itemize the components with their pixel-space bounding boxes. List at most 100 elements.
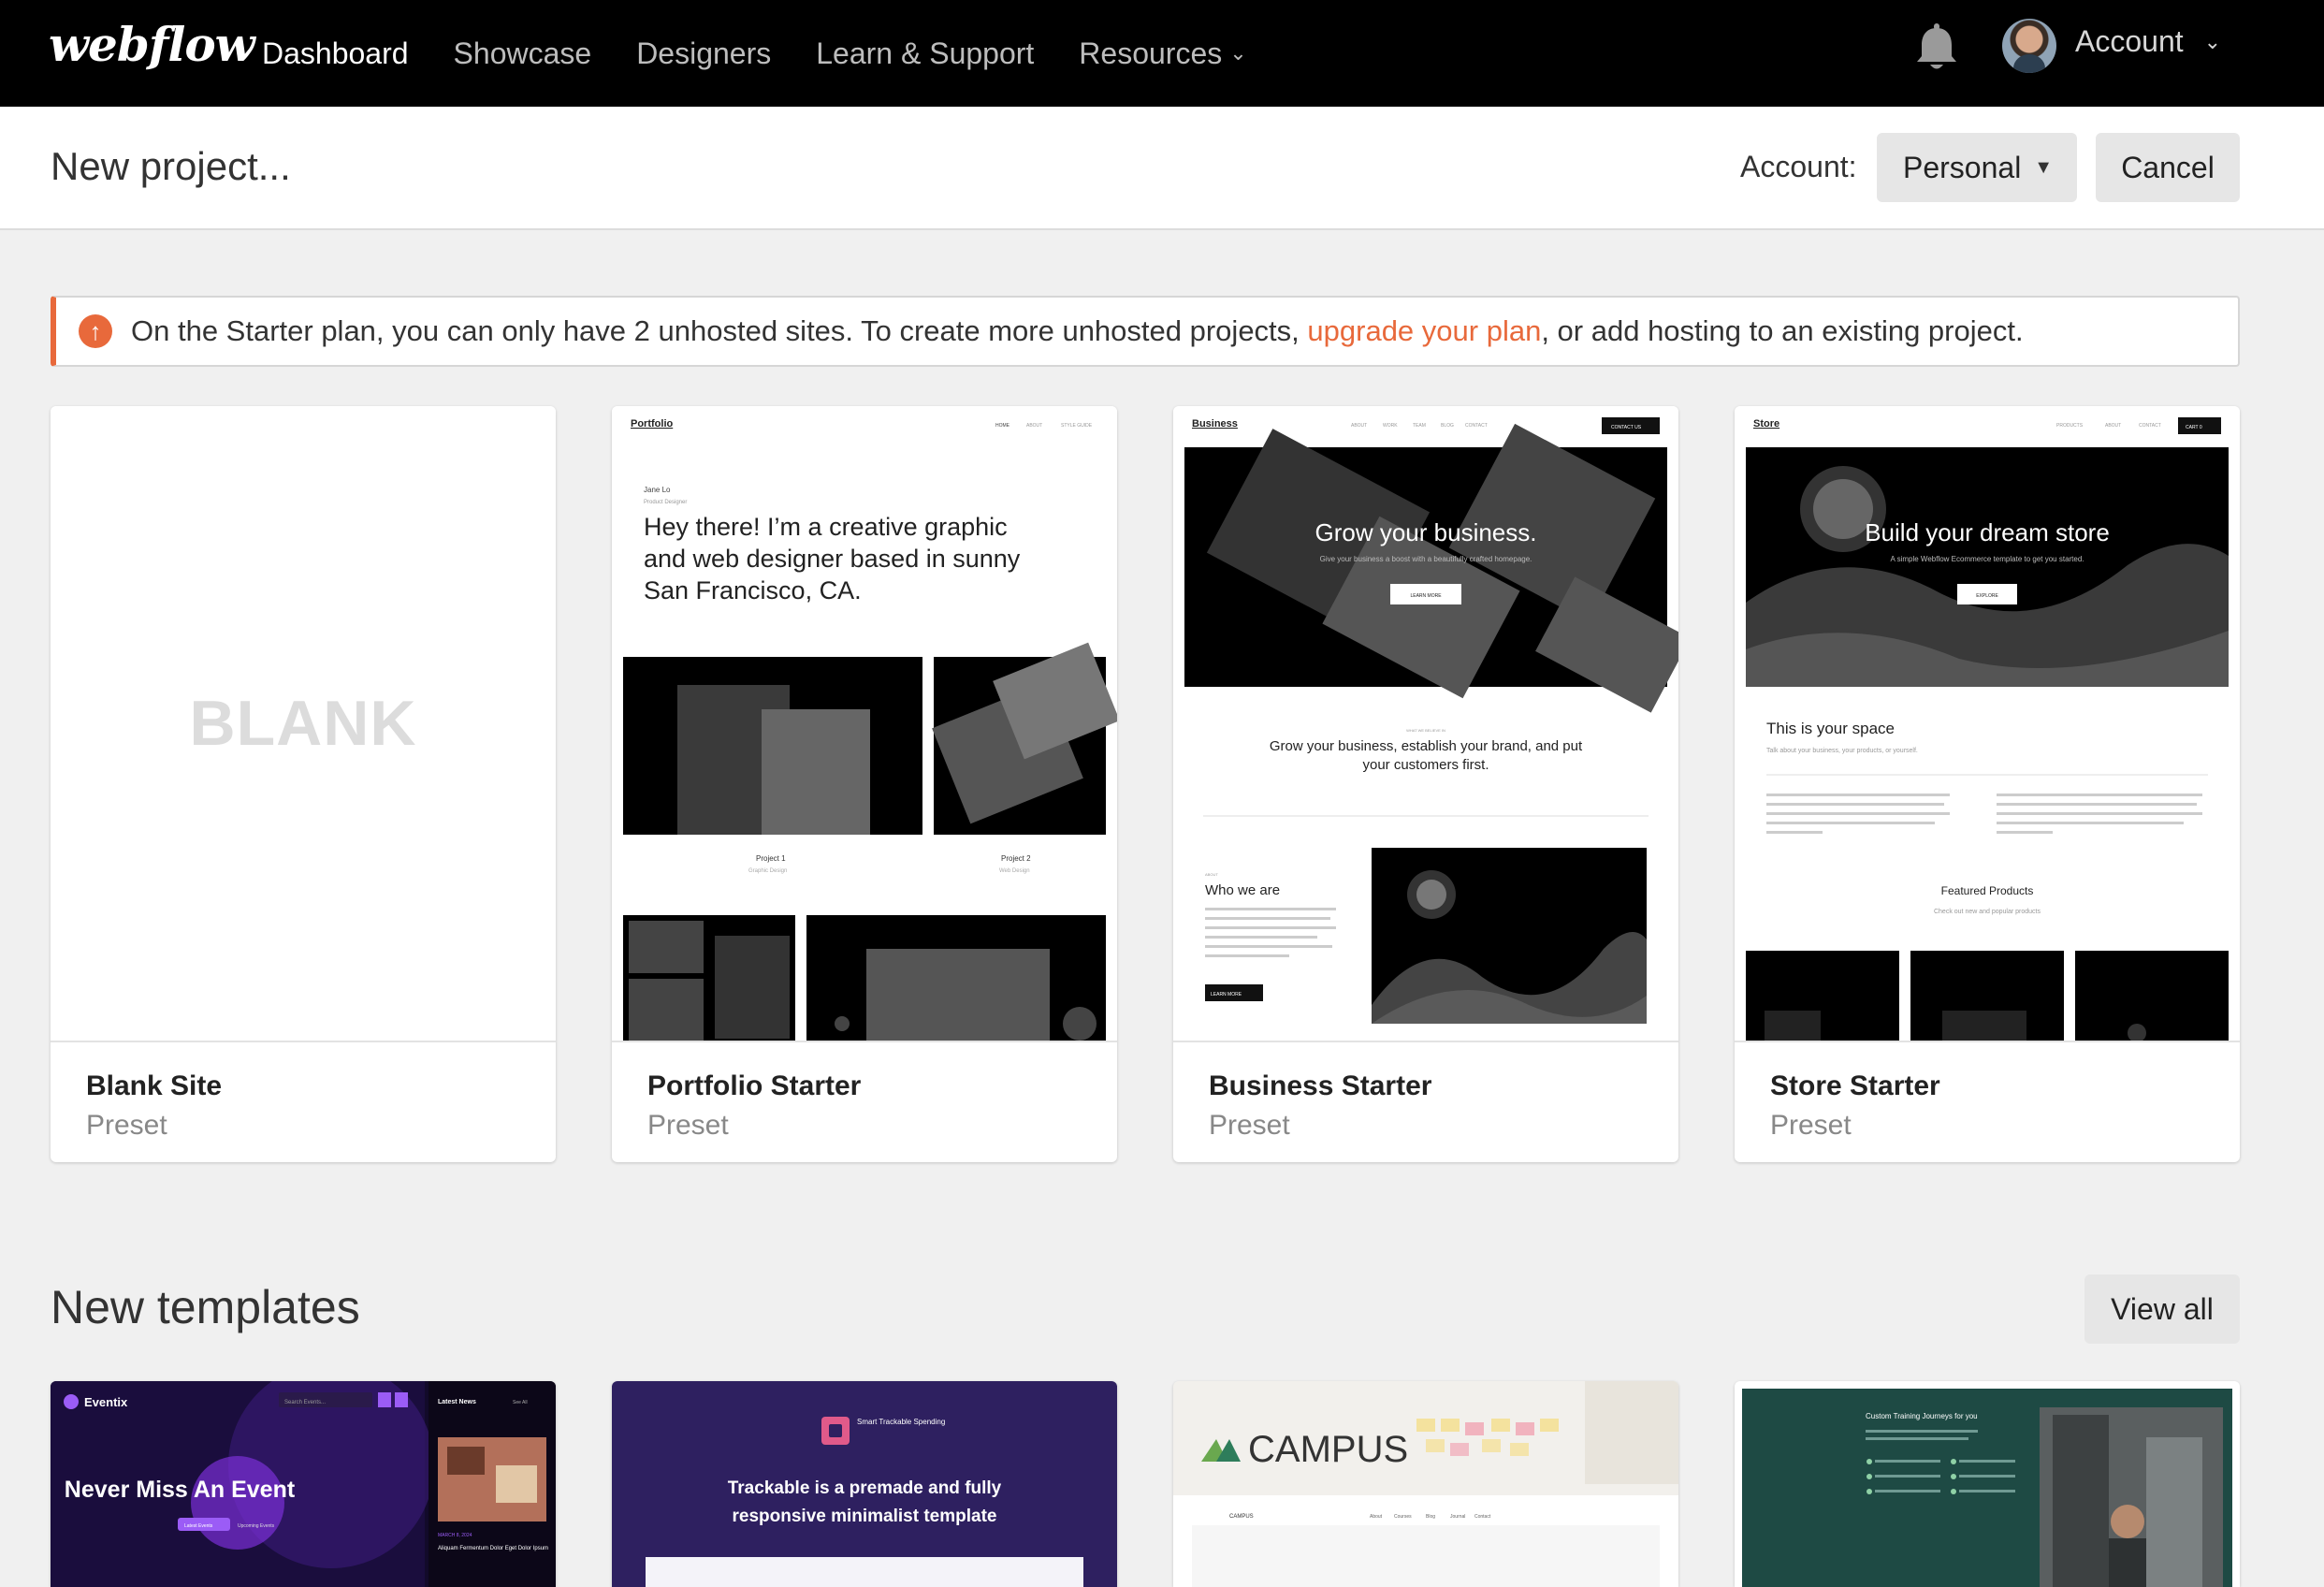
nav-links: Dashboard Showcase Designers Learn & Sup… xyxy=(262,0,1292,107)
preset-thumbnail: Store PRODUCTS ABOUT CONTACT CART 0 Buil… xyxy=(1735,406,2240,1041)
account-menu[interactable]: Account ⌄ xyxy=(2075,24,2221,59)
preview-about-eyebrow: ABOUT xyxy=(1205,872,1218,877)
template-card-eventix[interactable]: Eventix Search Events... Never Miss An E… xyxy=(51,1381,556,1587)
preset-thumbnail: Portfolio HOME ABOUT STYLE GUIDE Jane Lo… xyxy=(612,406,1117,1041)
alert-text: On the Starter plan, you can only have 2… xyxy=(131,314,2024,348)
account-select[interactable]: Personal ▼ xyxy=(1877,133,2077,202)
eventix-preview: Eventix Search Events... Never Miss An E… xyxy=(51,1381,556,1587)
portfolio-preview: Portfolio HOME ABOUT STYLE GUIDE Jane Lo… xyxy=(623,418,1117,1041)
preset-type: Preset xyxy=(647,1110,729,1141)
upgrade-plan-link[interactable]: upgrade your plan xyxy=(1307,314,1541,347)
eventix-button: Latest Events xyxy=(184,1523,213,1529)
eventix-search: Search Events... xyxy=(284,1400,326,1405)
cancel-button[interactable]: Cancel xyxy=(2096,133,2240,202)
preset-name: Blank Site xyxy=(86,1070,223,1101)
template-card-trackable[interactable]: Smart Trackable Spending Trackable is a … xyxy=(612,1381,1117,1587)
preview-nav-item: ABOUT xyxy=(1351,423,1367,429)
bell-icon[interactable] xyxy=(1912,22,1961,75)
preview-brand: Business xyxy=(1192,418,1238,430)
top-nav: webflow Dashboard Showcase Designers Lea… xyxy=(0,0,2324,107)
preview-person: Jane Lo xyxy=(644,486,671,494)
preview-hero-button: LEARN MORE xyxy=(1410,593,1442,599)
preview-cta: CONTACT US xyxy=(1611,425,1642,430)
nav-resources[interactable]: Resources ⌄ xyxy=(1079,36,1246,71)
preset-card-blank[interactable]: BLANK Blank Site Preset xyxy=(51,406,556,1162)
avatar[interactable] xyxy=(2002,19,2056,73)
preview-statement: your customers first. xyxy=(1362,757,1489,773)
campus-preview: CAMPUS CAMPUS About Courses Blog Journal… xyxy=(1173,1381,1678,1587)
preset-thumbnail: BLANK xyxy=(51,406,556,1041)
preview-brand: Portfolio xyxy=(631,418,673,430)
preview-nav-item: ABOUT xyxy=(2105,423,2121,429)
new-project-header: New project... Account: Personal ▼ Cance… xyxy=(0,107,2324,230)
preview-project-title: Project 1 xyxy=(756,854,786,863)
campus-nav-item: Journal xyxy=(1450,1514,1465,1520)
preset-meta: Portfolio Starter Preset xyxy=(612,1041,1117,1162)
trackable-brand: Smart Trackable Spending xyxy=(857,1418,945,1426)
preview-featured: Featured Products xyxy=(1941,884,2034,897)
eventix-see-all: See All xyxy=(513,1400,528,1405)
nav-resources-label: Resources xyxy=(1079,36,1223,70)
preview-hero-sub: Give your business a boost with a beauti… xyxy=(1320,555,1532,563)
blank-thumbnail-text: BLANK xyxy=(189,688,417,759)
preset-thumbnail: Business ABOUT WORK TEAM BLOG CONTACT CO… xyxy=(1173,406,1678,1041)
preview-nav-item: CONTACT xyxy=(1465,423,1488,429)
webflow-logo[interactable]: webflow xyxy=(49,17,255,72)
chevron-down-icon: ⌄ xyxy=(2203,29,2222,53)
preset-card-store[interactable]: Store PRODUCTS ABOUT CONTACT CART 0 Buil… xyxy=(1735,406,2240,1162)
preview-headline: Hey there! I’m a creative graphic xyxy=(644,513,1008,541)
preview-nav-item: BLOG xyxy=(1441,423,1454,429)
eventix-news: Latest News xyxy=(438,1399,476,1405)
template-card-training[interactable]: Custom Training Journeys for you xyxy=(1735,1381,2240,1587)
preset-type: Preset xyxy=(1770,1110,1852,1141)
nav-learn-support[interactable]: Learn & Support xyxy=(816,36,1034,71)
preview-role: Product Designer xyxy=(644,500,687,505)
business-preview: Business ABOUT WORK TEAM BLOG CONTACT CO… xyxy=(1184,417,1678,1024)
account-select-label: Account: xyxy=(1740,150,1857,183)
preview-statement: Grow your business, establish your brand… xyxy=(1270,738,1583,754)
page-title: New project... xyxy=(51,144,291,188)
preset-meta: Store Starter Preset xyxy=(1735,1041,2240,1162)
training-headline: Custom Training Journeys for you xyxy=(1866,1412,1978,1420)
view-all-button[interactable]: View all xyxy=(2084,1274,2240,1344)
campus-nav-item: Blog xyxy=(1426,1514,1435,1520)
preset-meta: Blank Site Preset xyxy=(51,1041,556,1162)
preview-cart: CART 0 xyxy=(2186,425,2202,430)
trackable-headline: Trackable is a premade and fully xyxy=(728,1478,1002,1498)
preview-nav-item: TEAM xyxy=(1413,423,1426,429)
preview-nav-item: CONTACT xyxy=(2139,423,2161,429)
preset-type: Preset xyxy=(1209,1110,1290,1141)
preview-nav-item: ABOUT xyxy=(1026,423,1042,429)
alert-text-after: , or add hosting to an existing project. xyxy=(1541,314,2024,347)
new-templates-title: New templates xyxy=(51,1281,360,1333)
preview-nav-item: WORK xyxy=(1383,423,1398,429)
nav-designers[interactable]: Designers xyxy=(636,36,771,71)
preset-meta: Business Starter Preset xyxy=(1173,1041,1678,1162)
preview-space-sub: Talk about your business, your products,… xyxy=(1766,748,1918,754)
template-card-campus[interactable]: CAMPUS CAMPUS About Courses Blog Journal… xyxy=(1173,1381,1678,1587)
preview-eyebrow: WHAT WE BELIEVE IN xyxy=(1406,728,1445,733)
preview-headline: and web designer based in sunny xyxy=(644,545,1021,573)
alert-text-before: On the Starter plan, you can only have 2… xyxy=(131,314,1308,347)
preview-project-sub: Web Design xyxy=(999,868,1030,874)
chevron-down-icon: ⌄ xyxy=(1229,41,1247,65)
preset-card-business[interactable]: Business ABOUT WORK TEAM BLOG CONTACT CO… xyxy=(1173,406,1678,1162)
preset-name: Portfolio Starter xyxy=(647,1070,862,1101)
nav-showcase[interactable]: Showcase xyxy=(454,36,592,71)
preview-headline: San Francisco, CA. xyxy=(644,576,862,604)
svg-text:CAMPUS: CAMPUS xyxy=(1229,1514,1254,1520)
preset-card-portfolio[interactable]: Portfolio HOME ABOUT STYLE GUIDE Jane Lo… xyxy=(612,406,1117,1162)
store-preview: Store PRODUCTS ABOUT CONTACT CART 0 Buil… xyxy=(1746,417,2229,1041)
nav-dashboard[interactable]: Dashboard xyxy=(262,36,409,71)
campus-nav-item: Contact xyxy=(1474,1514,1491,1520)
preset-name: Store Starter xyxy=(1770,1070,1940,1101)
preview-hero-sub: A simple Webflow Ecommerce template to g… xyxy=(1890,555,2084,563)
campus-brand: CAMPUS xyxy=(1248,1429,1408,1470)
preset-type: Preset xyxy=(86,1110,167,1141)
preview-about-button: LEARN MORE xyxy=(1211,992,1242,997)
preview-nav-item: HOME xyxy=(995,423,1010,429)
account-select-value: Personal xyxy=(1903,150,2022,184)
account-label: Account xyxy=(2075,24,2184,58)
training-preview: Custom Training Journeys for you xyxy=(1735,1381,2240,1587)
eventix-brand: Eventix xyxy=(84,1395,128,1409)
